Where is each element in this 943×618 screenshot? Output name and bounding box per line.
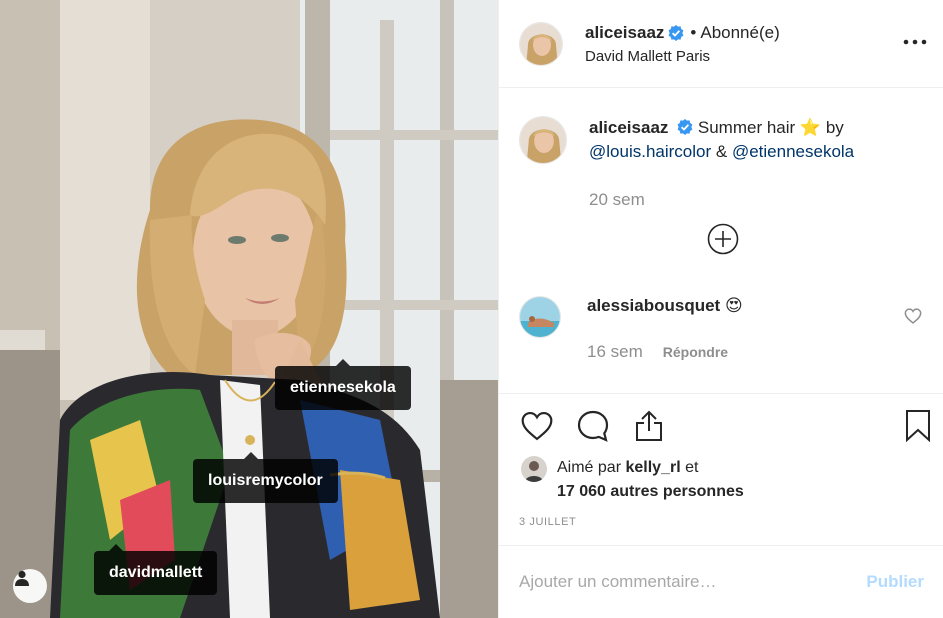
more-horizontal-icon — [903, 39, 927, 45]
caption-timestamp[interactable]: 20 sem — [589, 190, 645, 210]
share-icon — [636, 410, 662, 441]
like-button[interactable] — [519, 408, 555, 444]
post-location[interactable]: David Mallett Paris — [585, 48, 780, 65]
plus-circle-icon — [707, 223, 739, 255]
save-button[interactable] — [902, 408, 934, 444]
caption-author-avatar[interactable] — [519, 116, 567, 164]
follow-status[interactable]: Abonné(e) — [700, 23, 779, 43]
user-icon — [15, 570, 29, 586]
post-photo[interactable]: etiennesekola louisremycolor davidmallet… — [0, 0, 498, 618]
instagram-post-view: etiennesekola louisremycolor davidmallet… — [0, 0, 943, 618]
verified-badge-icon — [668, 24, 684, 41]
commenter-username[interactable]: alessiabousquet — [587, 296, 720, 315]
author-avatar[interactable] — [519, 21, 563, 66]
mention-etiennesekola[interactable]: @etiennesekola — [732, 142, 854, 161]
likes-others-count[interactable]: 17 060 autres personnes — [557, 483, 744, 500]
comment-timestamp[interactable]: 16 sem — [587, 342, 643, 362]
liker-username[interactable]: kelly_rl — [625, 459, 680, 476]
post-header: aliceisaaz • Abonné(e) David Mallett Par… — [499, 0, 943, 88]
likes-and: et — [685, 459, 699, 476]
photo-tag-louisremycolor[interactable]: louisremycolor — [193, 452, 338, 503]
comment-input[interactable] — [519, 572, 867, 592]
publish-button[interactable]: Publier — [866, 572, 924, 592]
comments-section: aliceisaaz Summer hair ⭐ by @louis.hairc… — [499, 88, 943, 393]
caption-amp: & — [715, 142, 728, 161]
mention-louis-haircolor[interactable]: @louis.haircolor — [589, 142, 711, 161]
photo-illustration — [0, 0, 498, 618]
verified-badge-icon — [677, 119, 693, 135]
caption-text: aliceisaaz Summer hair ⭐ by @louis.hairc… — [589, 116, 909, 164]
liker-avatar[interactable] — [521, 456, 547, 482]
more-options-button[interactable] — [901, 28, 929, 56]
likes-prefix: Aimé par — [557, 459, 622, 476]
comment-like-button[interactable] — [904, 308, 922, 329]
share-button[interactable] — [631, 408, 667, 444]
bookmark-icon — [906, 410, 930, 443]
header-separator: • — [690, 22, 697, 42]
likes-summary[interactable]: Aimé par kelly_rl et 17 060 autres perso… — [521, 456, 744, 504]
author-username[interactable]: aliceisaaz — [585, 23, 664, 43]
load-more-comments-button[interactable] — [706, 222, 740, 256]
caption-username[interactable]: aliceisaaz — [589, 118, 668, 137]
post-side-panel: aliceisaaz • Abonné(e) David Mallett Par… — [498, 0, 943, 618]
tagged-users-button[interactable] — [13, 569, 47, 603]
comment-item: alessiabousquet 😍 16 sem Répondre — [519, 296, 924, 362]
post-date[interactable]: 3 JUILLET — [519, 516, 576, 528]
caption-by: by — [825, 118, 844, 137]
commenter-avatar[interactable] — [519, 296, 561, 338]
add-comment-form: Publier — [499, 545, 943, 618]
photo-tag-etiennesekola[interactable]: etiennesekola — [275, 359, 411, 410]
action-bar — [519, 408, 667, 444]
comment-button[interactable] — [575, 408, 611, 444]
heart-icon — [521, 411, 553, 441]
heart-outline-icon — [904, 308, 922, 324]
post-caption: aliceisaaz Summer hair ⭐ by @louis.hairc… — [519, 116, 909, 164]
star-emoji: ⭐ — [799, 118, 822, 137]
photo-tag-davidmallett[interactable]: davidmallett — [94, 544, 218, 595]
comment-text: 😍 — [724, 296, 743, 315]
comment-bubble-icon — [577, 410, 609, 442]
caption-body-text: Summer hair — [697, 118, 796, 137]
post-actions-block: Aimé par kelly_rl et 17 060 autres perso… — [499, 393, 943, 545]
reply-button[interactable]: Répondre — [663, 344, 728, 360]
